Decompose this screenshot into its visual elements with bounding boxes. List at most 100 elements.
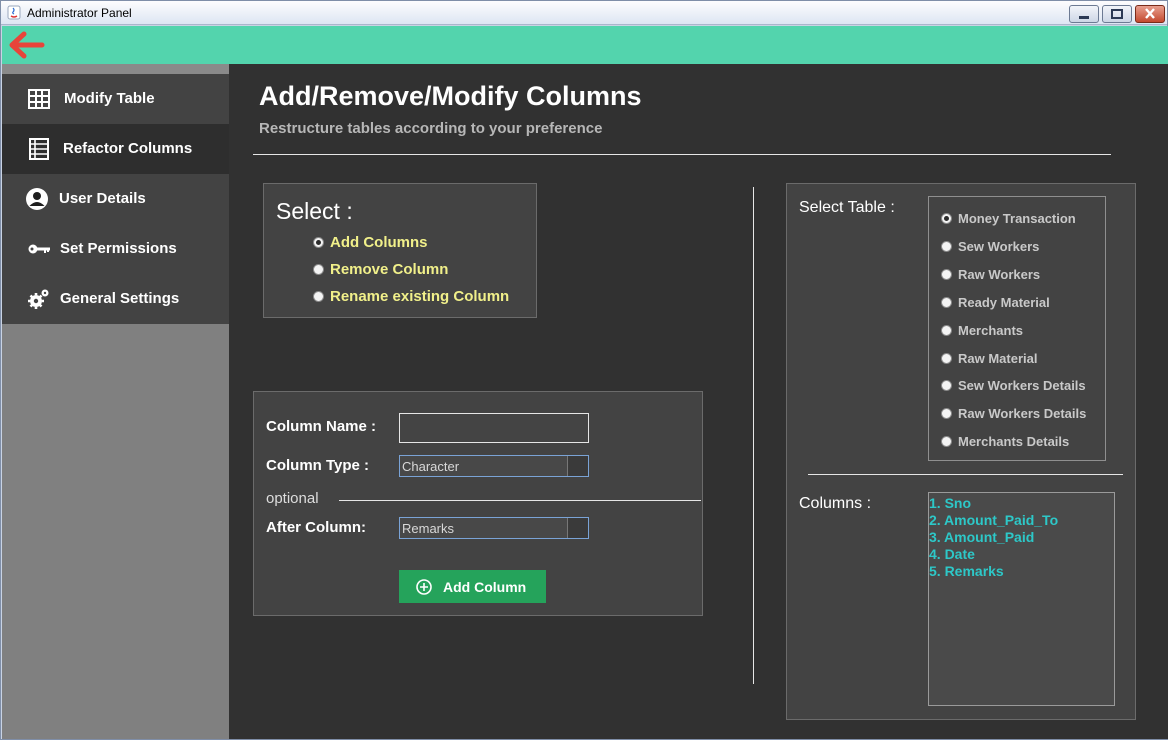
vertical-divider bbox=[753, 187, 754, 684]
radio-button[interactable] bbox=[313, 264, 324, 275]
sidebar: Modify Table Refactor Columns User Detai… bbox=[2, 64, 229, 739]
after-column-label: After Column: bbox=[266, 519, 366, 536]
java-icon bbox=[7, 5, 21, 20]
optional-divider bbox=[339, 500, 701, 501]
table-option[interactable]: Raw Material bbox=[941, 351, 1037, 366]
sidebar-item-general-settings[interactable]: General Settings bbox=[2, 274, 229, 324]
select-title: Select : bbox=[276, 198, 353, 224]
radio-label: Remove Column bbox=[330, 261, 449, 278]
sidebar-item-refactor-columns[interactable]: Refactor Columns bbox=[2, 124, 229, 174]
minimize-icon bbox=[1079, 16, 1089, 19]
radio-label: Add Columns bbox=[330, 234, 428, 251]
dropdown-arrow-icon[interactable] bbox=[568, 456, 588, 476]
sidebar-cap bbox=[2, 64, 229, 74]
table-info-panel: Select Table : Money Transaction Sew Wor… bbox=[786, 183, 1136, 720]
columns-list[interactable]: 1. Sno 2. Amount_Paid_To 3. Amount_Paid … bbox=[928, 492, 1115, 706]
table-option-label: Raw Workers bbox=[958, 267, 1041, 282]
sidebar-item-user-details[interactable]: User Details bbox=[2, 174, 229, 224]
select-operation-panel: Select : Add Columns Remove Column Renam… bbox=[263, 183, 537, 318]
title-bar: Administrator Panel bbox=[1, 1, 1167, 25]
radio-rename-column[interactable]: Rename existing Column bbox=[313, 288, 509, 305]
header-divider bbox=[253, 154, 1111, 155]
page-subtitle: Restructure tables according to your pre… bbox=[259, 120, 603, 137]
close-icon bbox=[1145, 8, 1155, 19]
dropdown-arrow-icon[interactable] bbox=[568, 518, 588, 538]
table-option-label: Sew Workers bbox=[958, 239, 1040, 254]
columns-label: Columns : bbox=[799, 495, 872, 512]
radio-button[interactable] bbox=[941, 353, 952, 364]
back-arrow-icon[interactable] bbox=[6, 30, 46, 60]
table-option-label: Raw Workers Details bbox=[958, 406, 1087, 421]
radio-button[interactable] bbox=[941, 436, 952, 447]
table-option[interactable]: Raw Workers bbox=[941, 267, 1040, 282]
main-content: Add/Remove/Modify Columns Restructure ta… bbox=[229, 64, 1168, 739]
add-column-button-label: Add Column bbox=[443, 578, 527, 595]
maximize-icon bbox=[1111, 9, 1123, 19]
table-option[interactable]: Ready Material bbox=[941, 295, 1050, 310]
after-column-select[interactable]: Remarks bbox=[399, 517, 589, 539]
column-name-input[interactable] bbox=[399, 413, 589, 443]
radio-label: Rename existing Column bbox=[330, 288, 510, 305]
radio-button[interactable] bbox=[941, 325, 952, 336]
radio-button-selected[interactable] bbox=[313, 237, 324, 248]
columns-icon bbox=[29, 138, 49, 160]
sidebar-item-label: Set Permissions bbox=[60, 240, 177, 257]
list-item[interactable]: 5. Remarks bbox=[929, 563, 1004, 579]
list-item[interactable]: 4. Date bbox=[929, 546, 975, 562]
table-option[interactable]: Merchants Details bbox=[941, 434, 1069, 449]
user-icon bbox=[26, 188, 48, 210]
close-button[interactable] bbox=[1135, 5, 1165, 23]
optional-label: optional bbox=[266, 490, 319, 507]
select-table-label: Select Table : bbox=[799, 199, 895, 216]
minimize-button[interactable] bbox=[1069, 5, 1099, 23]
top-bar bbox=[2, 26, 1168, 64]
right-divider bbox=[808, 474, 1123, 475]
radio-button[interactable] bbox=[941, 380, 952, 391]
sidebar-item-label: User Details bbox=[59, 190, 146, 207]
radio-button[interactable] bbox=[941, 269, 952, 280]
page-title: Add/Remove/Modify Columns bbox=[259, 81, 642, 111]
sidebar-item-modify-table[interactable]: Modify Table bbox=[2, 74, 229, 124]
key-icon bbox=[28, 244, 50, 254]
table-icon bbox=[28, 89, 50, 109]
radio-button[interactable] bbox=[941, 241, 952, 252]
sidebar-menu: Modify Table Refactor Columns User Detai… bbox=[2, 74, 229, 324]
sidebar-item-label: General Settings bbox=[60, 290, 180, 307]
radio-button[interactable] bbox=[941, 297, 952, 308]
gear-icon bbox=[28, 289, 49, 309]
window-title: Administrator Panel bbox=[27, 6, 132, 20]
column-name-label: Column Name : bbox=[266, 418, 377, 435]
radio-remove-column[interactable]: Remove Column bbox=[313, 261, 448, 278]
radio-button-selected[interactable] bbox=[941, 213, 952, 224]
after-column-value: Remarks bbox=[400, 518, 568, 538]
list-item[interactable]: 3. Amount_Paid bbox=[929, 529, 1034, 545]
table-radio-group: Money Transaction Sew Workers Raw Worker… bbox=[928, 196, 1106, 461]
column-type-value: Character bbox=[400, 456, 568, 476]
sidebar-item-label: Modify Table bbox=[64, 90, 155, 107]
table-option[interactable]: Money Transaction bbox=[941, 211, 1076, 226]
table-option-label: Merchants Details bbox=[958, 434, 1070, 449]
table-option-label: Ready Material bbox=[958, 295, 1050, 310]
sidebar-item-set-permissions[interactable]: Set Permissions bbox=[2, 224, 229, 274]
table-option[interactable]: Raw Workers Details bbox=[941, 406, 1086, 421]
window: Administrator Panel Modify Table Refacto… bbox=[0, 0, 1168, 740]
table-option-label: Raw Material bbox=[958, 351, 1038, 366]
radio-button[interactable] bbox=[313, 291, 324, 302]
table-option-label: Merchants bbox=[958, 323, 1024, 338]
table-option[interactable]: Sew Workers Details bbox=[941, 378, 1086, 393]
plus-circle-icon bbox=[416, 578, 432, 595]
maximize-button[interactable] bbox=[1102, 5, 1132, 23]
column-type-label: Column Type : bbox=[266, 457, 370, 474]
list-item[interactable]: 1. Sno bbox=[929, 495, 971, 511]
radio-button[interactable] bbox=[941, 408, 952, 419]
sidebar-item-label: Refactor Columns bbox=[63, 140, 193, 157]
add-column-form: Column Name : Column Type : Character op… bbox=[253, 391, 703, 616]
list-item[interactable]: 2. Amount_Paid_To bbox=[929, 512, 1058, 528]
table-option[interactable]: Sew Workers bbox=[941, 239, 1039, 254]
table-option-label: Sew Workers Details bbox=[958, 378, 1086, 393]
radio-add-columns[interactable]: Add Columns bbox=[313, 234, 428, 251]
column-type-select[interactable]: Character bbox=[399, 455, 589, 477]
table-option-label: Money Transaction bbox=[958, 211, 1076, 226]
add-column-button[interactable]: Add Column bbox=[399, 570, 546, 603]
table-option[interactable]: Merchants bbox=[941, 323, 1023, 338]
